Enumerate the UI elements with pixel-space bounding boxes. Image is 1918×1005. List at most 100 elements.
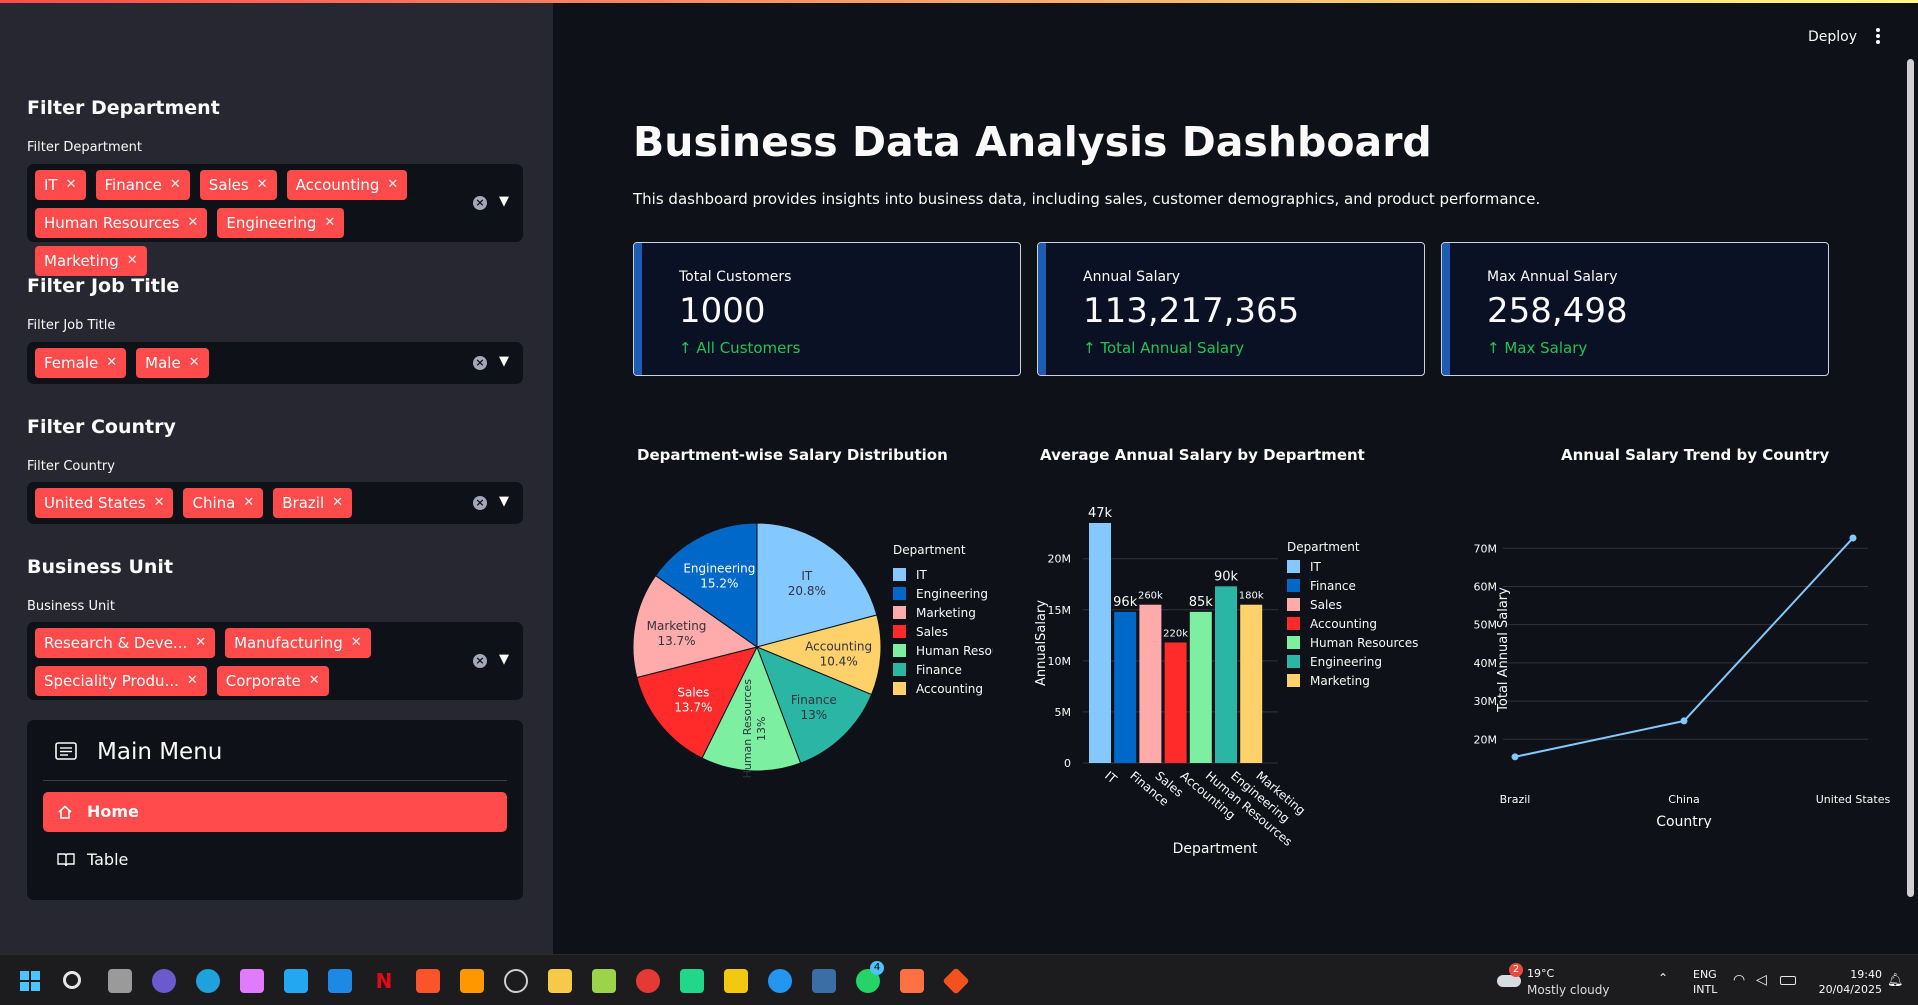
obs-icon[interactable] <box>504 969 528 993</box>
copilot-icon[interactable] <box>240 969 264 993</box>
filter-tag[interactable]: Engineering ✕ <box>217 208 345 238</box>
filter-tag-label: Manufacturing <box>234 634 343 652</box>
chevron-down-icon[interactable]: ▼ <box>499 652 509 667</box>
main-menu-title: Main Menu <box>97 739 223 765</box>
arrow-up-icon: ↑ <box>679 339 697 357</box>
filter-tag[interactable]: United States ✕ <box>35 488 174 518</box>
legend-label: IT <box>1310 560 1322 574</box>
remove-tag-icon[interactable]: ✕ <box>187 208 198 238</box>
kpi-value: 113,217,365 <box>1083 291 1300 331</box>
sublime-icon[interactable] <box>460 969 484 993</box>
deploy-button[interactable]: Deploy <box>1808 29 1857 45</box>
filter-tag[interactable]: Male ✕ <box>136 348 209 378</box>
filter-tag[interactable]: Finance ✕ <box>95 170 190 200</box>
pie-chart[interactable]: IT20.8%Accounting10.4%Finance13%Human Re… <box>633 513 993 783</box>
bar-chart[interactable]: 0 5M 10M 15M 20M 47k IT 96k Finance 260k Sales 220k… <box>1023 488 1493 863</box>
y-tick-label: 50M <box>1474 619 1498 632</box>
task-view-icon[interactable] <box>108 969 132 993</box>
remove-tag-icon[interactable]: ✕ <box>154 488 165 518</box>
filter-tag[interactable]: China ✕ <box>183 488 264 518</box>
chrome-icon[interactable] <box>636 969 660 993</box>
filter-tag[interactable]: Brazil ✕ <box>273 488 353 518</box>
chevron-up-icon[interactable]: ⌃ <box>1658 971 1668 985</box>
wifi-icon[interactable]: ◠ <box>1733 972 1745 988</box>
teams-icon[interactable] <box>152 969 176 993</box>
remove-tag-icon[interactable]: ✕ <box>351 628 362 658</box>
filter-tag[interactable]: Manufacturing ✕ <box>225 628 371 658</box>
legend-label: Accounting <box>916 682 983 696</box>
wireshark-icon[interactable] <box>812 969 836 993</box>
filter-tag[interactable]: Female ✕ <box>35 348 127 378</box>
bar-chart-title: Average Annual Salary by Department <box>1040 446 1365 464</box>
filter-tag[interactable]: Sales ✕ <box>199 170 277 200</box>
filter-tag[interactable]: Marketing ✕ <box>35 246 147 276</box>
chevron-down-icon[interactable]: ▼ <box>499 354 509 369</box>
remove-tag-icon[interactable]: ✕ <box>106 348 117 378</box>
filter-tag[interactable]: Research & Deve... ✕ <box>35 628 216 658</box>
menu-item-home[interactable]: Home <box>43 792 507 832</box>
volume-icon[interactable]: ◁ <box>1756 972 1767 988</box>
legend-label: Human Resources <box>1310 636 1418 650</box>
bar-value-label: 260k <box>1138 591 1163 602</box>
filter-tag[interactable]: Human Resources ✕ <box>35 208 208 238</box>
chevron-down-icon[interactable]: ▼ <box>499 494 509 509</box>
remove-tag-icon[interactable]: ✕ <box>387 170 398 200</box>
vertical-ellipsis-icon[interactable] <box>1873 25 1883 45</box>
remove-tag-icon[interactable]: ✕ <box>187 666 198 696</box>
brave-icon[interactable] <box>416 969 440 993</box>
business-unit-multiselect[interactable]: Research & Deve... ✕ Manufacturing ✕ Special… <box>27 622 523 700</box>
notification-bell-icon[interactable]: 🔔︎ <box>1887 973 1904 988</box>
remove-tag-icon[interactable]: ✕ <box>127 246 138 276</box>
remove-tag-icon[interactable]: ✕ <box>332 488 343 518</box>
remove-tag-icon[interactable]: ✕ <box>66 170 77 200</box>
remove-tag-icon[interactable]: ✕ <box>257 170 268 200</box>
battery-icon[interactable] <box>1780 976 1796 985</box>
remove-tag-icon[interactable]: ✕ <box>195 628 206 658</box>
power-bi-icon[interactable] <box>724 969 748 993</box>
filter-tag[interactable]: Speciality Produ... ✕ <box>35 666 207 696</box>
pycharm-icon[interactable] <box>680 969 704 993</box>
line-chart-title: Annual Salary Trend by Country <box>1561 446 1830 464</box>
xampp-icon[interactable] <box>900 969 924 993</box>
filter-tag[interactable]: IT ✕ <box>35 170 86 200</box>
store-icon[interactable] <box>328 969 352 993</box>
clock-date[interactable]: 20/04/2025 <box>1812 983 1882 996</box>
remove-tag-icon[interactable]: ✕ <box>189 348 200 378</box>
edge-icon[interactable] <box>196 969 220 993</box>
language-top[interactable]: ENG <box>1693 968 1717 981</box>
line-point-brazil <box>1511 753 1519 761</box>
filter-tag[interactable]: Corporate ✕ <box>216 666 329 696</box>
file-explorer-icon[interactable] <box>548 969 572 993</box>
windows-start-icon[interactable] <box>18 969 42 993</box>
legend-swatch <box>1287 598 1300 611</box>
docker-icon[interactable] <box>768 969 792 993</box>
clear-all-icon[interactable]: × <box>473 196 487 210</box>
clear-all-icon[interactable]: × <box>473 496 487 510</box>
git-icon[interactable] <box>942 967 970 995</box>
y-tick-label: 70M <box>1474 542 1498 555</box>
country-multiselect[interactable]: United States ✕ China ✕ Brazil ✕ × ▼ <box>27 482 523 524</box>
snipping-tool-icon[interactable] <box>592 969 616 993</box>
bar-it <box>1089 523 1111 763</box>
line-chart[interactable]: 20M 30M 40M 50M 60M 70M Brazil China United Stat… <box>1433 508 1913 828</box>
filter-tag[interactable]: Accounting ✕ <box>286 170 408 200</box>
remove-tag-icon[interactable]: ✕ <box>309 666 320 696</box>
clear-all-icon[interactable]: × <box>473 356 487 370</box>
remove-tag-icon[interactable]: ✕ <box>170 170 181 200</box>
clock-time[interactable]: 19:40 <box>1842 968 1882 981</box>
clear-all-icon[interactable]: × <box>473 654 487 668</box>
pie-slice-value: 13% <box>755 717 768 741</box>
weather-cloudy-icon[interactable]: 2 <box>1495 963 1523 989</box>
remove-tag-icon[interactable]: ✕ <box>324 208 335 238</box>
job-title-multiselect[interactable]: Female ✕ Male ✕ × ▼ <box>27 342 523 384</box>
search-icon[interactable] <box>63 971 81 989</box>
netflix-icon[interactable]: N <box>372 969 396 993</box>
remove-tag-icon[interactable]: ✕ <box>243 488 254 518</box>
menu-item-table[interactable]: Table <box>43 840 507 880</box>
language-bottom[interactable]: INTL <box>1693 983 1717 996</box>
chevron-down-icon[interactable]: ▼ <box>499 194 509 209</box>
department-multiselect[interactable]: IT ✕ Finance ✕ Sales ✕ Accounting ✕ Human Resour… <box>27 164 523 276</box>
pie-slice-label: Human Resources <box>741 679 754 779</box>
whatsapp-icon[interactable]: 4 <box>856 961 884 993</box>
vscode-icon[interactable] <box>284 969 308 993</box>
